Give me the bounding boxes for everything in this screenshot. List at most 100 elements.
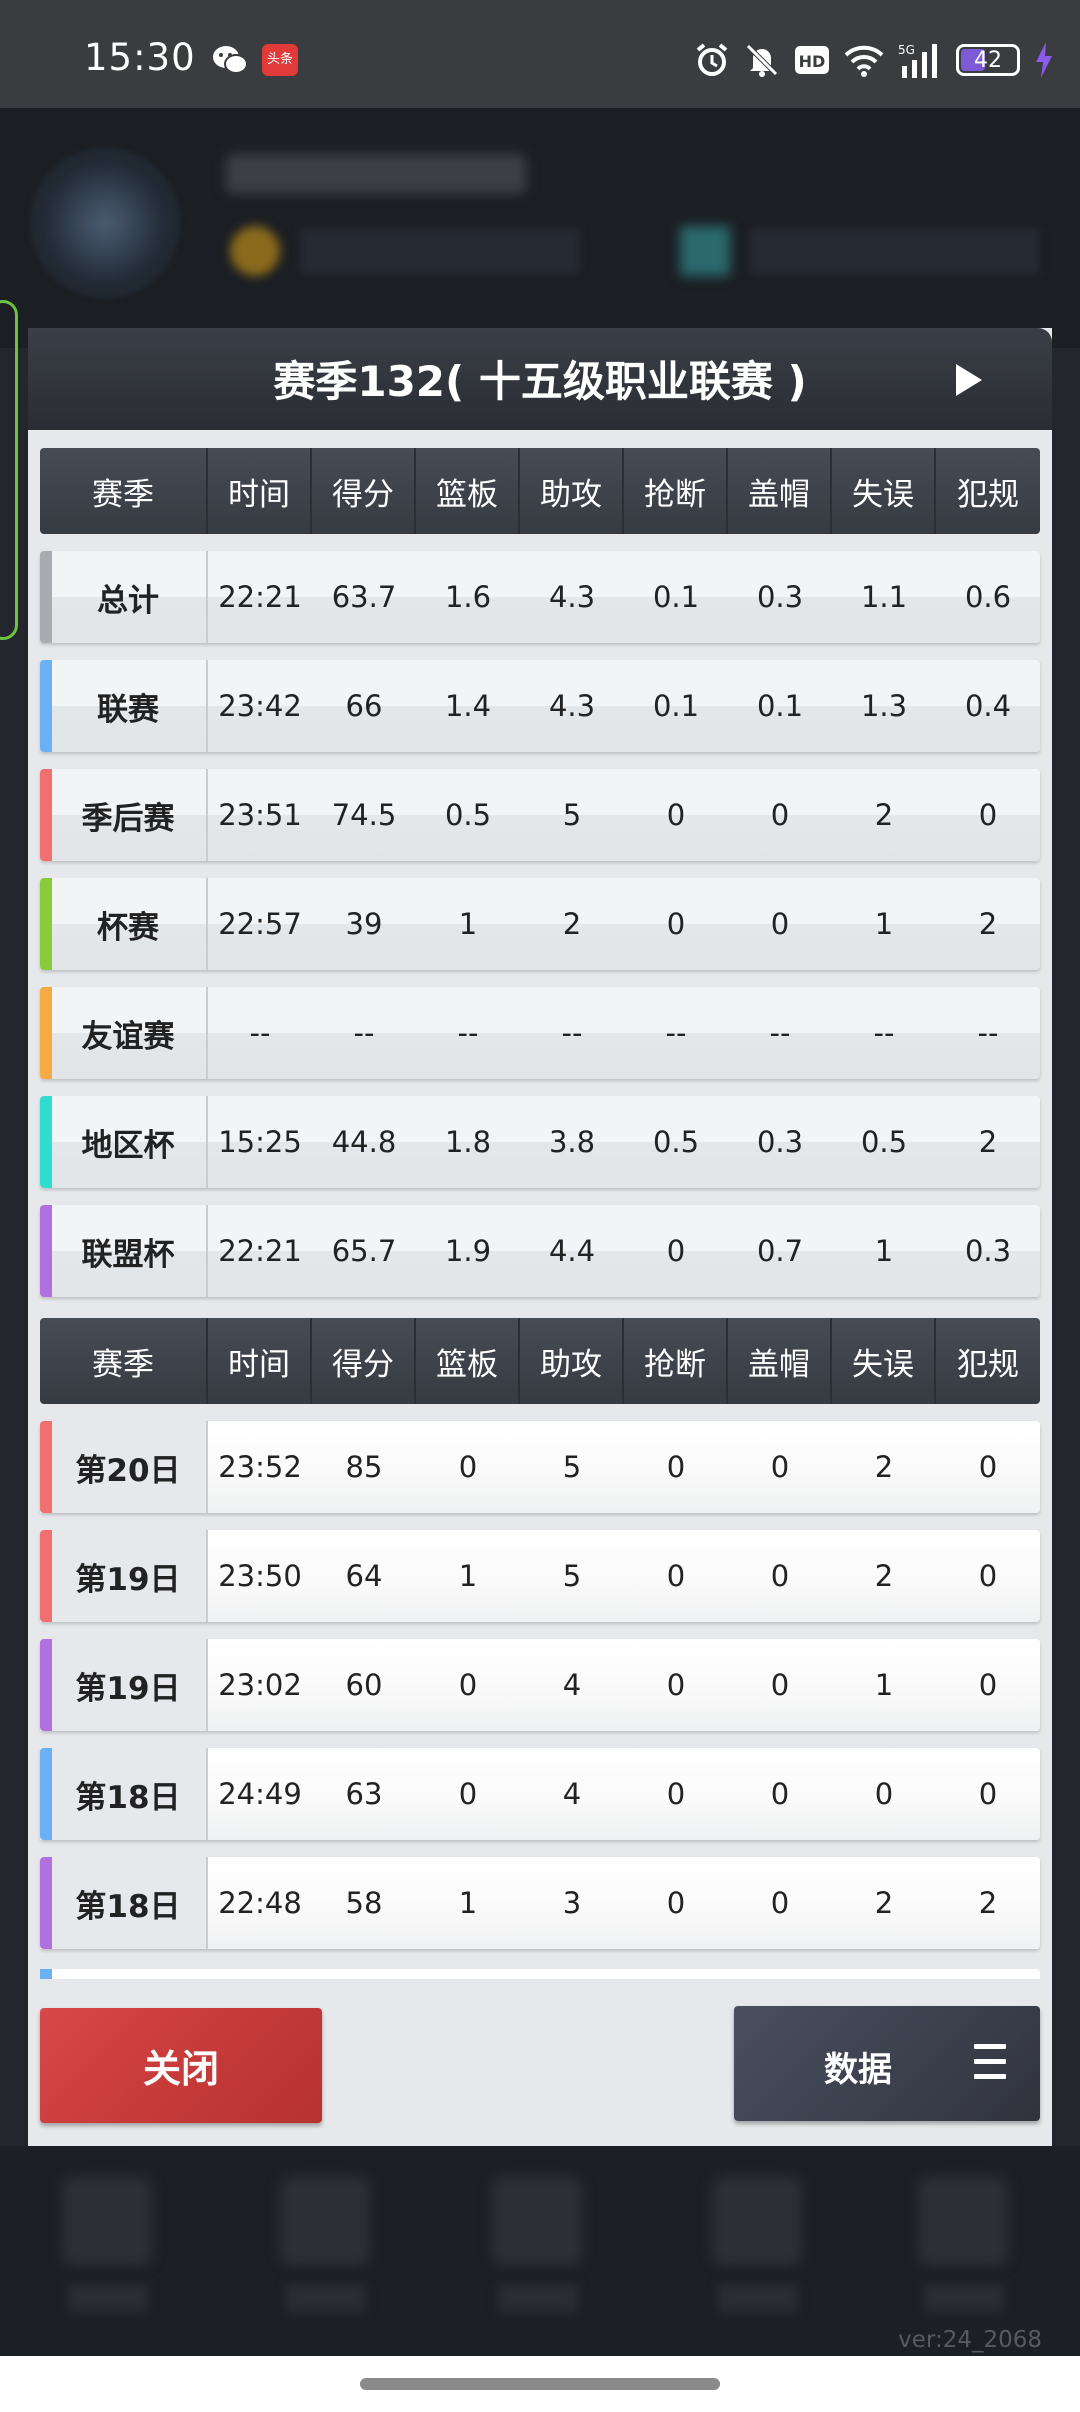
table-row[interactable]: 第18日 24:49 63 0 4 0 0 0 0: [40, 1748, 1040, 1840]
table-row[interactable]: 总计 22:21 63.7 1.6 4.3 0.1 0.3 1.1 0.6: [40, 551, 1040, 643]
stat-cell: 0: [770, 798, 790, 832]
nav-tab-icon: [492, 2176, 582, 2266]
nav-tab-label-blurred: [68, 2284, 148, 2312]
stat-cell: 3.8: [548, 1125, 596, 1159]
row-label: 联赛: [40, 660, 208, 752]
wechat-icon: [212, 44, 248, 74]
column-header: 篮板: [416, 448, 520, 534]
stat-cell: 4: [562, 1668, 582, 1702]
column-header: 抢断: [624, 448, 728, 534]
close-button[interactable]: 关闭: [40, 2008, 322, 2123]
nav-tab-icon: [62, 2176, 152, 2266]
table-row[interactable]: 第18日 22:48 58 1 3 0 0 2 2: [40, 1857, 1040, 1949]
stat-cell: 23:50: [218, 1559, 302, 1593]
stat-cell: 1.1: [860, 580, 908, 614]
play-icon[interactable]: [956, 364, 982, 396]
table-row[interactable]: 季后赛 23:51 74.5 0.5 5 0 0 2 0: [40, 769, 1040, 861]
row-label: 第20日: [40, 1421, 208, 1513]
data-button[interactable]: 数据: [734, 2006, 1040, 2121]
table-row[interactable]: 杯赛 22:57 39 1 2 0 0 1 2: [40, 878, 1040, 970]
stat-cell: 66: [345, 689, 383, 723]
stat-cell: 85: [345, 1450, 383, 1484]
row-label: 杯赛: [40, 878, 208, 970]
row-accent-bar: [40, 987, 52, 1079]
stat-cell: 0: [666, 1450, 686, 1484]
stat-cell: 0.5: [444, 798, 492, 832]
table-row-partial: [40, 1969, 1040, 1979]
table-header: 赛季 时间 得分 篮板 助攻 抢断 盖帽 失误 犯规: [40, 448, 1040, 534]
coin-counter-blurred: [300, 228, 580, 274]
status-time: 15:30: [84, 36, 196, 79]
stat-cell: 0: [666, 798, 686, 832]
stat-cell: 0: [978, 1559, 998, 1593]
5g-signal-icon: 5G: [898, 42, 942, 78]
table-row[interactable]: 第19日 23:50 64 1 5 0 0 2 0: [40, 1530, 1040, 1622]
stat-cell: 5: [562, 798, 582, 832]
stat-cell: 60: [345, 1668, 383, 1702]
stat-cell: 65.7: [331, 1234, 397, 1268]
stat-cell: --: [665, 1016, 687, 1050]
stat-cell: 2: [874, 1886, 894, 1920]
stat-cell: 23:52: [218, 1450, 302, 1484]
stat-cell: 22:57: [218, 907, 302, 941]
nav-tab-icon: [280, 2176, 370, 2266]
stat-cell: 0.3: [756, 1125, 804, 1159]
column-header: 时间: [208, 448, 312, 534]
stat-cell: 0: [666, 1668, 686, 1702]
close-button-label: 关闭: [142, 2047, 219, 2091]
row-accent-bar: [40, 551, 52, 643]
table-row[interactable]: 友谊赛 -- -- -- -- -- -- -- --: [40, 987, 1040, 1079]
row-label: 第18日: [40, 1857, 208, 1949]
stat-cell: 4.3: [548, 580, 596, 614]
stat-cell: 4.4: [548, 1234, 596, 1268]
stat-cell: 1: [458, 1559, 478, 1593]
game-log-table: 赛季 时间 得分 篮板 助攻 抢断 盖帽 失误 犯规 第20日 23:52 85 0 5 0 0 2 0 第19日 2…: [40, 1318, 1040, 1949]
stat-cell: --: [977, 1016, 999, 1050]
table-row[interactable]: 联赛 23:42 66 1.4 4.3 0.1 0.1 1.3 0.4: [40, 660, 1040, 752]
stat-cell: 2: [978, 1886, 998, 1920]
column-header: 犯规: [957, 1346, 1019, 1383]
hd-icon: HD: [794, 42, 830, 78]
stat-cell: 0.3: [756, 580, 804, 614]
stat-cell: 0: [770, 1777, 790, 1811]
stat-cell: 23:42: [218, 689, 302, 723]
toutiao-icon: 头条: [262, 44, 298, 76]
table-row[interactable]: 第20日 23:52 85 0 5 0 0 2 0: [40, 1421, 1040, 1513]
stat-cell: --: [249, 1016, 271, 1050]
row-accent-bar: [40, 1530, 52, 1622]
table-row[interactable]: 联盟杯 22:21 65.7 1.9 4.4 0 0.7 1 0.3: [40, 1205, 1040, 1297]
wifi-icon: [844, 42, 884, 78]
stat-cell: 0: [874, 1777, 894, 1811]
menu-icon: [974, 2044, 1006, 2080]
stat-cell: 0: [978, 1777, 998, 1811]
stat-cell: 23:02: [218, 1668, 302, 1702]
stat-cell: 1: [874, 1234, 894, 1268]
row-accent-bar: [40, 1639, 52, 1731]
column-header: 盖帽: [728, 1318, 832, 1404]
stat-cell: 0: [978, 798, 998, 832]
row-label: 友谊赛: [40, 987, 208, 1079]
stat-cell: --: [353, 1016, 375, 1050]
stat-cell: 0: [666, 1559, 686, 1593]
table-row[interactable]: 地区杯 15:25 44.8 1.8 3.8 0.5 0.3 0.5 2: [40, 1096, 1040, 1188]
row-accent-bar: [40, 1096, 52, 1188]
bottom-navigation-blurred: [0, 2146, 1080, 2356]
row-accent-bar: [40, 660, 52, 752]
stat-cell: 4: [562, 1777, 582, 1811]
stat-cell: 1.9: [444, 1234, 492, 1268]
row-accent-bar: [40, 1421, 52, 1513]
stat-cell: 5: [562, 1450, 582, 1484]
stat-cell: 0.1: [652, 689, 700, 723]
stat-cell: 2: [562, 907, 582, 941]
stat-cell: 0.5: [652, 1125, 700, 1159]
stat-cell: 1.3: [860, 689, 908, 723]
stat-cell: 2: [978, 1125, 998, 1159]
stat-cell: 5: [562, 1559, 582, 1593]
battery-level: 42: [974, 47, 1002, 73]
stat-cell: 0.5: [860, 1125, 908, 1159]
stat-cell: 74.5: [331, 798, 397, 832]
stat-cell: 1: [874, 907, 894, 941]
background-side-tab: [0, 300, 18, 640]
table-row[interactable]: 第19日 23:02 60 0 4 0 0 1 0: [40, 1639, 1040, 1731]
home-indicator[interactable]: [360, 2378, 720, 2390]
